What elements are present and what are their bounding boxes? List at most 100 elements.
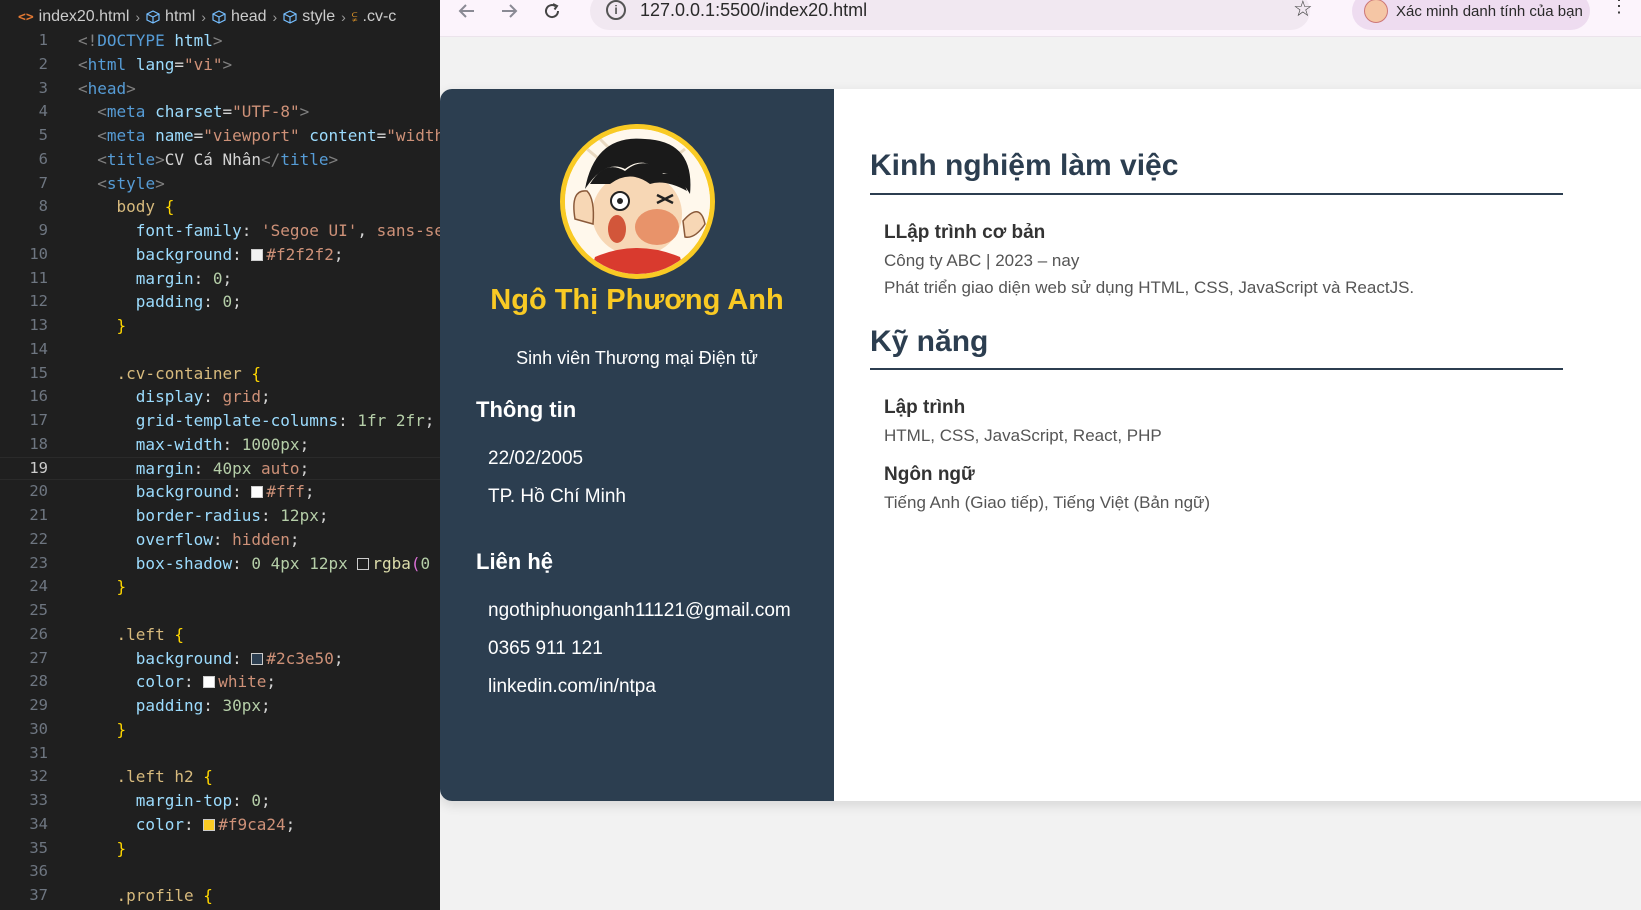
code-line[interactable]: 24 }	[0, 575, 440, 599]
breadcrumb-item-style[interactable]: style	[283, 8, 335, 26]
code-token: background	[135, 244, 233, 264]
identity-verify-chip[interactable]: Xác minh danh tính của bạn	[1352, 0, 1590, 30]
line-text	[48, 338, 440, 362]
code-line[interactable]: 13 }	[0, 314, 440, 338]
code-line[interactable]: 34 color: #f9ca24;	[0, 813, 440, 837]
code-token: DOCTYPE	[97, 31, 165, 50]
code-token: }	[116, 316, 127, 335]
line-number: 36	[29, 862, 48, 881]
code-line[interactable]: 37 .profile {	[0, 884, 440, 908]
code-token: >	[299, 102, 310, 122]
code-token: :	[212, 529, 233, 549]
info-icon[interactable]: i	[606, 0, 626, 20]
code-token: meta	[106, 126, 146, 145]
line-number: 34	[29, 814, 48, 833]
code-line[interactable]: 15 .cv-container {	[0, 362, 440, 386]
breadcrumb-item-file[interactable]: <> index20.html	[18, 8, 129, 26]
color-swatch[interactable]	[251, 652, 264, 665]
line-number: 22	[29, 529, 48, 548]
code-token: 0 4px 12px	[251, 553, 348, 573]
code-line[interactable]: 23 box-shadow: 0 4px 12px rgba(0	[0, 552, 440, 576]
code-line[interactable]: 29 padding: 30px;	[0, 694, 440, 718]
code-line[interactable]: 28 color: white;	[0, 670, 440, 694]
code-line[interactable]: 17 grid-template-columns: 1fr 2fr;	[0, 409, 440, 433]
code-line[interactable]: 5 <meta name="viewport" content="width	[0, 124, 440, 148]
code-line[interactable]: 14	[0, 338, 440, 362]
color-swatch[interactable]	[203, 818, 216, 831]
code-line[interactable]: 18 max-width: 1000px;	[0, 433, 440, 457]
color-swatch[interactable]	[251, 248, 264, 261]
code-line[interactable]: 8 body {	[0, 195, 440, 219]
code-line[interactable]: 9 font-family: 'Segoe UI', sans-se	[0, 219, 440, 243]
code-line[interactable]: 22 overflow: hidden;	[0, 528, 440, 552]
code-line[interactable]: 33 margin-top: 0;	[0, 789, 440, 813]
code-line[interactable]: 25	[0, 599, 440, 623]
url-text[interactable]: 127.0.0.1:5500/index20.html	[640, 0, 867, 21]
code-line[interactable]: 35 }	[0, 837, 440, 861]
code-line[interactable]: 4 <meta charset="UTF-8">	[0, 100, 440, 124]
code-line[interactable]: 6 <title>CV Cá Nhân</title>	[0, 148, 440, 172]
star-icon[interactable]: ☆	[1293, 0, 1313, 22]
code-token: 12px	[280, 506, 319, 525]
code-token: padding	[135, 696, 204, 715]
code-token: content	[309, 126, 377, 145]
code-line[interactable]: 26 .left {	[0, 623, 440, 647]
code-line[interactable]: 21 border-radius: 12px;	[0, 504, 440, 528]
code-token: "viewport"	[203, 126, 300, 145]
code-token: ,	[357, 221, 377, 240]
code-token: {	[251, 363, 262, 383]
line-text: background: #f2f2f2;	[48, 243, 440, 267]
breadcrumb-item-selector[interactable]: ⫋ .cv-c	[352, 8, 397, 26]
kebab-menu-icon[interactable]: ⋮	[1610, 0, 1628, 17]
code-line[interactable]: 2 <html lang="vi">	[0, 53, 440, 77]
code-token: sans-se	[376, 221, 440, 240]
code-line[interactable]: 1 <!DOCTYPE html>	[0, 29, 440, 53]
code-line[interactable]: 10 background: #f2f2f2;	[0, 243, 440, 267]
code-token: :	[193, 268, 213, 288]
code-token: display	[135, 387, 204, 407]
line-number: 4	[38, 102, 48, 121]
forward-arrow-icon[interactable]	[494, 0, 524, 22]
code-line[interactable]: 31	[0, 742, 440, 766]
line-text: color: #f9ca24;	[48, 813, 440, 837]
code-token: style	[106, 173, 156, 193]
code-token: .cv-container	[116, 363, 242, 383]
breadcrumb-item-html[interactable]: html	[146, 8, 195, 26]
code-line[interactable]: 7 <style>	[0, 172, 440, 196]
back-arrow-icon[interactable]	[452, 0, 482, 22]
color-swatch[interactable]	[251, 486, 264, 499]
breadcrumb-item-head[interactable]: head	[212, 8, 267, 26]
code-line[interactable]: 36	[0, 860, 440, 884]
color-swatch[interactable]	[357, 557, 370, 570]
color-swatch[interactable]	[203, 676, 216, 689]
code-line[interactable]: 27 background: #2c3e50;	[0, 647, 440, 671]
code-editor[interactable]: <> index20.html › html › head › style › …	[0, 0, 440, 910]
reload-icon[interactable]	[537, 0, 567, 22]
code-line[interactable]: 16 display: grid;	[0, 385, 440, 409]
line-number: 20	[29, 482, 48, 501]
line-text: <head>	[48, 77, 440, 101]
code-line[interactable]: 12 padding: 0;	[0, 290, 440, 314]
code-line[interactable]: 19 margin: 40px auto;	[0, 457, 440, 481]
code-line[interactable]: 30 }	[0, 718, 440, 742]
code-token: ;	[261, 696, 271, 715]
code-line[interactable]: 3 <head>	[0, 77, 440, 101]
address-bar[interactable]: i 127.0.0.1:5500/index20.html	[590, 0, 1310, 30]
code-token: :	[232, 244, 252, 264]
line-number: 10	[29, 244, 48, 263]
line-number: 18	[29, 434, 48, 453]
phone-text: 0365 911 121	[488, 638, 603, 659]
code-line[interactable]: 20 background: #fff;	[0, 480, 440, 504]
code-line[interactable]: 32 .left h2 {	[0, 765, 440, 789]
line-number: 26	[29, 624, 48, 643]
code-line[interactable]: 11 margin: 0;	[0, 267, 440, 291]
code-lines[interactable]: 1 <!DOCTYPE html> 2 <html lang="vi"> 3 <head>…	[0, 29, 440, 908]
